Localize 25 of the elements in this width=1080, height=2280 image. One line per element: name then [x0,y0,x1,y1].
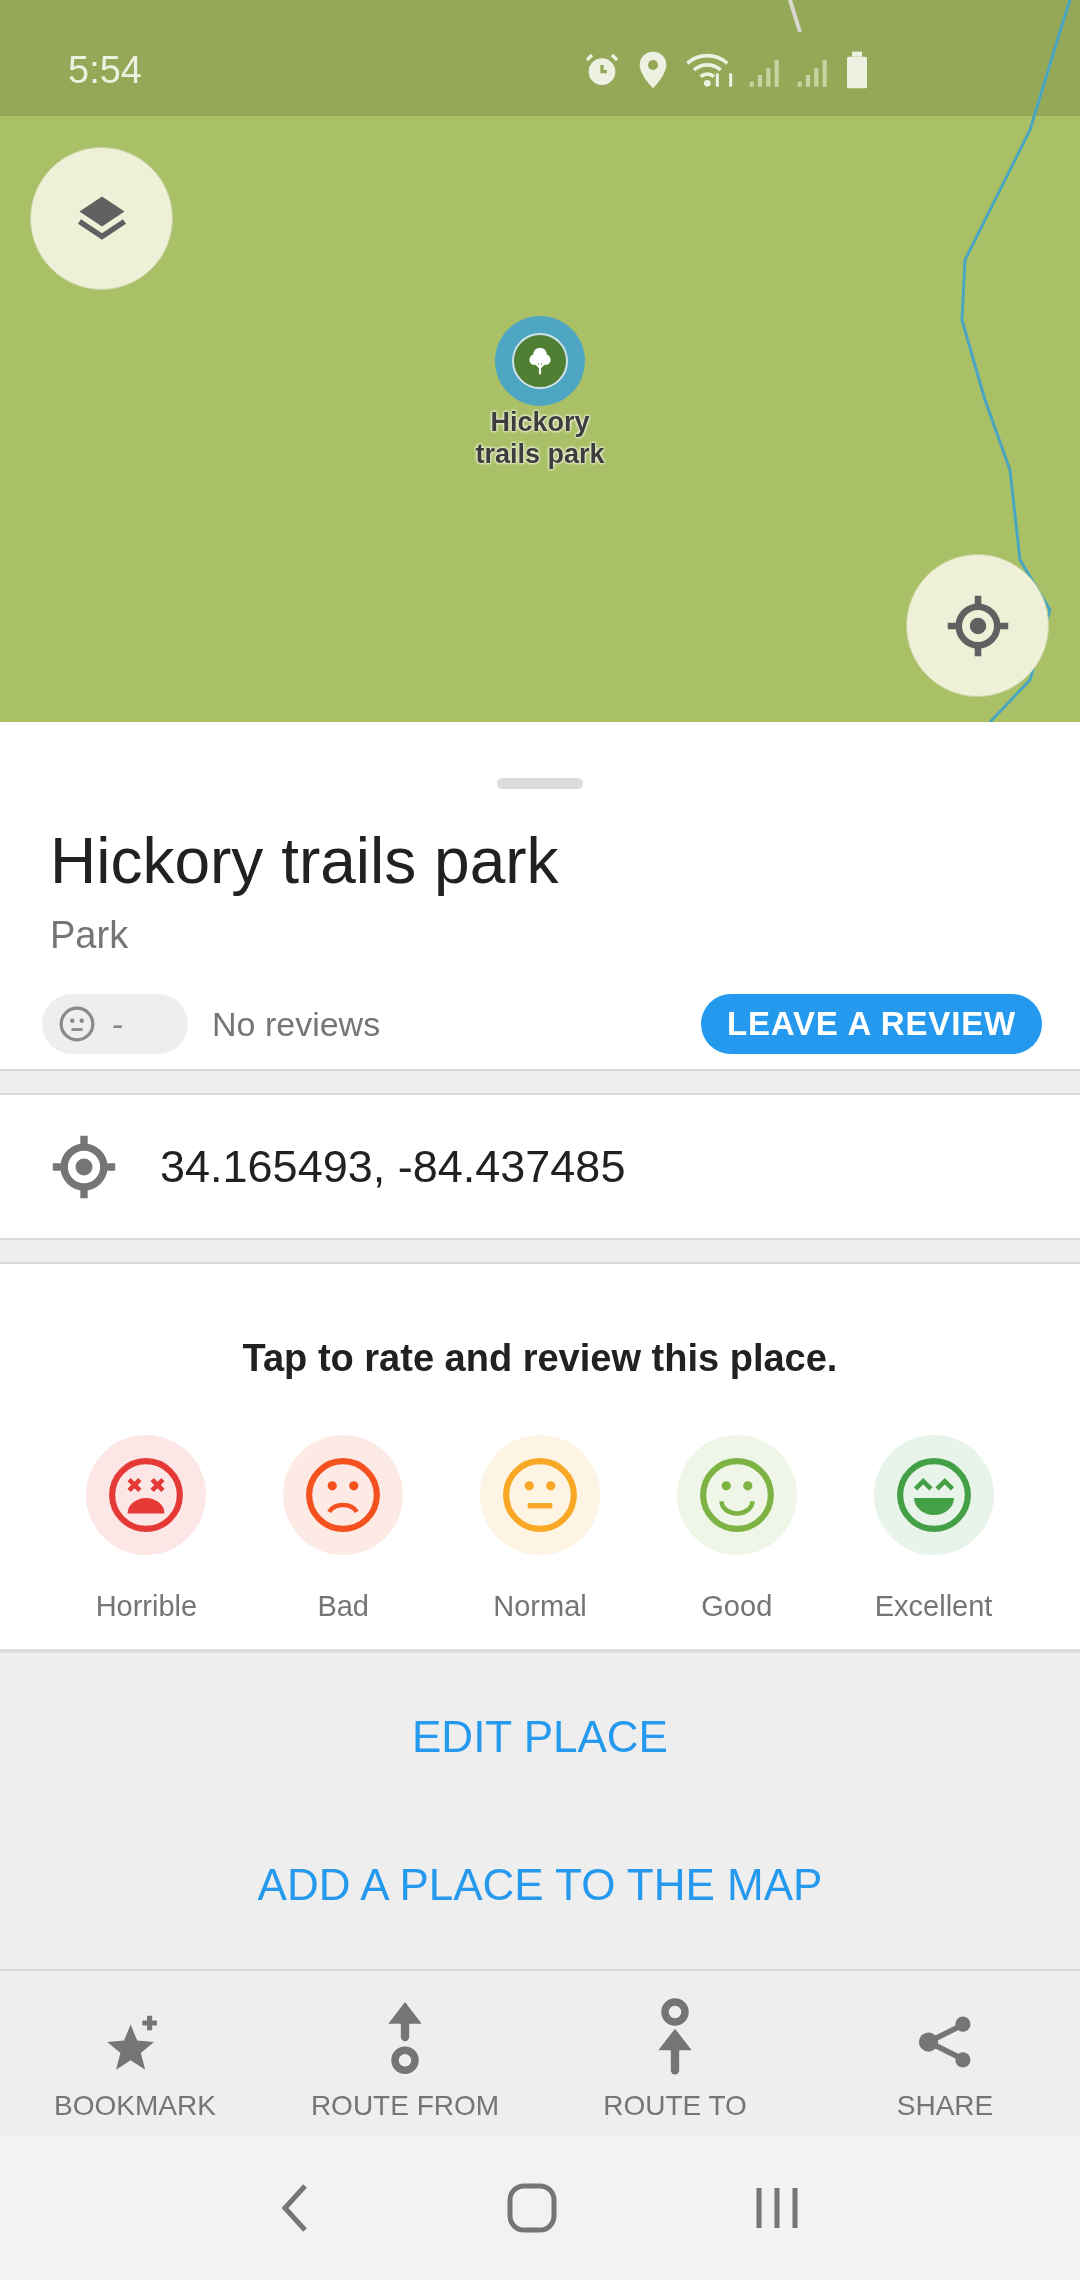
toolbar-button[interactable]: ROUTE FROM [270,1971,540,2135]
action-link[interactable]: EDIT PLACE [412,1704,668,1770]
drag-handle[interactable] [497,778,583,789]
action-link[interactable]: ADD A PLACE TO THE MAP [257,1852,823,1918]
leave-review-button[interactable]: LEAVE A REVIEW [700,994,1042,1054]
rating-option[interactable]: Good [638,1435,836,1629]
status-time: 5:54 [68,47,142,93]
rating-option[interactable]: Horrible [48,1435,245,1629]
place-category: Park [50,913,130,958]
rating-score: - [112,1003,124,1045]
reviews-count: No reviews [212,1003,381,1045]
coordinates-text[interactable]: 34.165493, -84.437485 [160,1132,626,1201]
rating-option[interactable]: Excellent [835,1435,1032,1629]
marker-label: Hickory trails park [474,406,606,470]
rating-option[interactable]: Normal [441,1435,639,1629]
rate-prompt: Tap to rate and review this place. [242,1336,838,1381]
toolbar-button[interactable]: BOOKMARK [0,1971,270,2135]
neutral-face-icon [58,1005,96,1043]
tree-icon [526,345,554,377]
toolbar-button[interactable]: ROUTE TO [540,1971,810,2135]
place-title: Hickory trails park [50,824,560,899]
rating-option[interactable]: Bad [244,1435,442,1629]
battery-icon [844,50,870,90]
smiley-icon [500,1455,580,1535]
toolbar-button[interactable]: SHARE [810,1971,1080,2135]
